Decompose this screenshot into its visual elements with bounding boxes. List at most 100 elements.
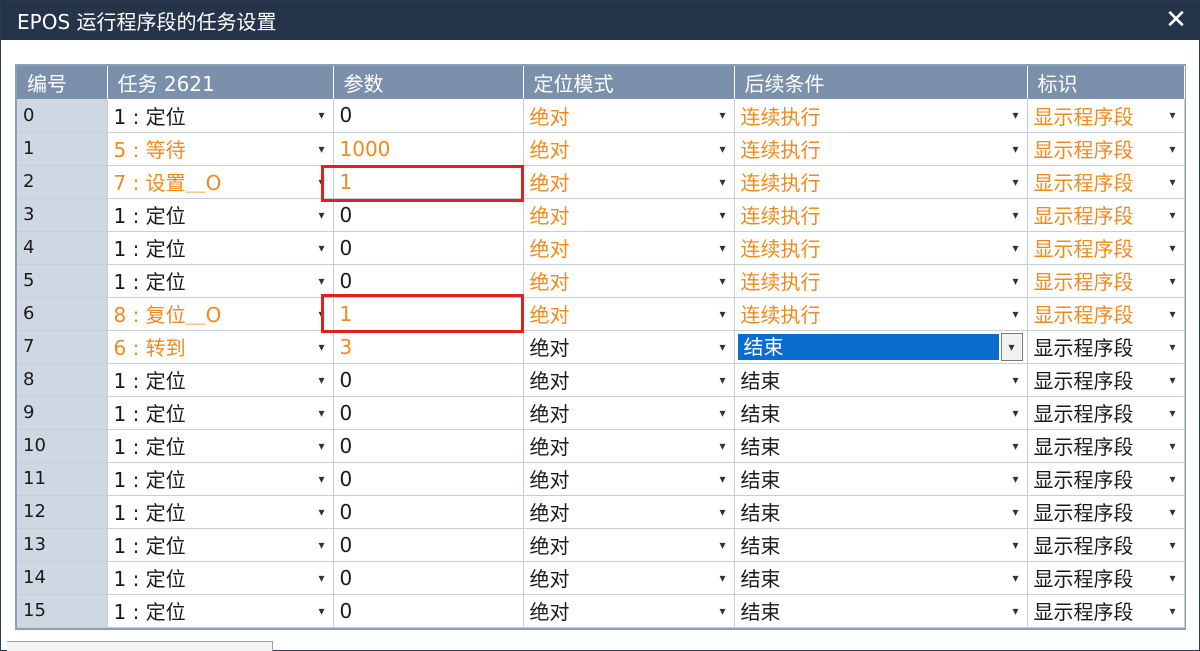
- parameter-input[interactable]: 0: [333, 495, 524, 529]
- flag-select[interactable]: 显示程序段 ▾: [1027, 462, 1185, 496]
- table-row[interactable]: 13 1 : 定位 ▾ 0 绝对 ▾ 结束 ▾ 显示程序段 ▾: [17, 528, 1185, 562]
- positioning-mode-select[interactable]: 绝对 ▾: [523, 99, 735, 133]
- task-select[interactable]: 1 : 定位 ▾: [107, 495, 334, 529]
- table-row[interactable]: 1 5 : 等待 ▾ 1000 绝对 ▾ 连续执行 ▾ 显示程序段 ▾: [17, 132, 1185, 166]
- parameter-input[interactable]: 0: [333, 396, 524, 430]
- parameter-input[interactable]: 0: [333, 363, 524, 397]
- continue-condition-select[interactable]: 结束 ▾: [734, 429, 1028, 463]
- dropdown-arrow-icon[interactable]: ▾: [1162, 166, 1184, 198]
- dropdown-arrow-icon[interactable]: ▾: [1162, 298, 1184, 330]
- dropdown-arrow-icon[interactable]: ▾: [712, 463, 734, 495]
- flag-select[interactable]: 显示程序段 ▾: [1027, 528, 1185, 562]
- table-row[interactable]: 3 1 : 定位 ▾ 0 绝对 ▾ 连续执行 ▾ 显示程序段 ▾: [17, 198, 1185, 232]
- parameter-input[interactable]: 0: [333, 594, 524, 628]
- dropdown-arrow-icon[interactable]: ▾: [712, 265, 734, 297]
- task-select[interactable]: 1 : 定位 ▾: [107, 264, 334, 298]
- task-select[interactable]: 1 : 定位 ▾: [107, 561, 334, 595]
- flag-select[interactable]: 显示程序段 ▾: [1027, 495, 1185, 529]
- table-row[interactable]: 4 1 : 定位 ▾ 0 绝对 ▾ 连续执行 ▾ 显示程序段 ▾: [17, 231, 1185, 265]
- continue-condition-select[interactable]: 连续执行 ▾: [734, 231, 1028, 265]
- flag-select[interactable]: 显示程序段 ▾: [1027, 132, 1185, 166]
- dropdown-arrow-icon[interactable]: ▾: [712, 99, 734, 131]
- dropdown-arrow-icon[interactable]: ▾: [1162, 529, 1184, 561]
- dropdown-arrow-icon[interactable]: ▾: [311, 496, 333, 528]
- continue-condition-select[interactable]: 连续执行 ▾: [734, 99, 1028, 133]
- table-row[interactable]: 5 1 : 定位 ▾ 0 绝对 ▾ 连续执行 ▾ 显示程序段 ▾: [17, 264, 1185, 298]
- dropdown-arrow-icon[interactable]: ▾: [1005, 166, 1027, 198]
- dropdown-arrow-icon[interactable]: ▾: [311, 364, 333, 396]
- dropdown-arrow-icon[interactable]: ▾: [311, 529, 333, 561]
- task-select[interactable]: 1 : 定位 ▾: [107, 99, 334, 133]
- positioning-mode-select[interactable]: 绝对 ▾: [523, 297, 735, 331]
- flag-select[interactable]: 显示程序段 ▾: [1027, 198, 1185, 232]
- positioning-mode-select[interactable]: 绝对 ▾: [523, 330, 735, 364]
- dropdown-arrow-icon[interactable]: ▾: [712, 331, 734, 363]
- flag-select[interactable]: 显示程序段 ▾: [1027, 561, 1185, 595]
- dropdown-arrow-icon[interactable]: ▾: [311, 166, 333, 198]
- dropdown-arrow-icon[interactable]: ▾: [311, 298, 333, 330]
- task-select[interactable]: 1 : 定位 ▾: [107, 528, 334, 562]
- dropdown-arrow-icon[interactable]: ▾: [712, 397, 734, 429]
- table-row[interactable]: 12 1 : 定位 ▾ 0 绝对 ▾ 结束 ▾ 显示程序段 ▾: [17, 495, 1185, 529]
- parameter-input[interactable]: 1: [333, 297, 524, 331]
- column-header-positioning-mode[interactable]: 定位模式: [523, 66, 735, 99]
- dropdown-arrow-icon[interactable]: ▾: [1005, 298, 1027, 330]
- dropdown-arrow-icon[interactable]: ▾: [1005, 463, 1027, 495]
- dropdown-arrow-icon[interactable]: ▾: [1162, 595, 1184, 627]
- dropdown-arrow-icon[interactable]: ▾: [1005, 133, 1027, 165]
- continue-condition-select[interactable]: 连续执行 ▾: [734, 297, 1028, 331]
- dropdown-arrow-icon[interactable]: ▾: [1005, 529, 1027, 561]
- dropdown-arrow-icon[interactable]: ▾: [1162, 364, 1184, 396]
- dropdown-arrow-icon[interactable]: ▾: [712, 199, 734, 231]
- continue-condition-select[interactable]: 结束 ▾: [734, 462, 1028, 496]
- positioning-mode-select[interactable]: 绝对 ▾: [523, 231, 735, 265]
- parameter-input[interactable]: 3: [333, 330, 524, 364]
- flag-select[interactable]: 显示程序段 ▾: [1027, 264, 1185, 298]
- dropdown-arrow-icon[interactable]: ▾: [712, 496, 734, 528]
- continue-condition-select[interactable]: 结束 ▾: [734, 396, 1028, 430]
- dropdown-arrow-icon[interactable]: ▾: [311, 265, 333, 297]
- dropdown-arrow-icon[interactable]: ▾: [1162, 99, 1184, 131]
- table-row[interactable]: 2 7 : 设置＿O ▾ 1 绝对 ▾ 连续执行 ▾ 显示程序段 ▾: [17, 165, 1185, 199]
- continue-condition-select[interactable]: 连续执行 ▾: [734, 264, 1028, 298]
- task-select[interactable]: 5 : 等待 ▾: [107, 132, 334, 166]
- positioning-mode-select[interactable]: 绝对 ▾: [523, 528, 735, 562]
- dropdown-arrow-icon[interactable]: ▾: [311, 232, 333, 264]
- dropdown-arrow-icon[interactable]: ▾: [1005, 496, 1027, 528]
- parameter-input[interactable]: 1: [333, 165, 524, 199]
- dropdown-arrow-icon[interactable]: ▾: [712, 562, 734, 594]
- flag-select[interactable]: 显示程序段 ▾: [1027, 363, 1185, 397]
- continue-condition-select[interactable]: 结束 ▾: [734, 561, 1028, 595]
- table-row[interactable]: 10 1 : 定位 ▾ 0 绝对 ▾ 结束 ▾ 显示程序段 ▾: [17, 429, 1185, 463]
- dropdown-arrow-icon[interactable]: ▾: [1005, 364, 1027, 396]
- dropdown-arrow-icon[interactable]: ▾: [712, 364, 734, 396]
- dropdown-arrow-icon[interactable]: ▾: [1162, 133, 1184, 165]
- table-row[interactable]: 6 8 : 复位＿O ▾ 1 绝对 ▾ 连续执行 ▾ 显示程序段 ▾: [17, 297, 1185, 331]
- flag-select[interactable]: 显示程序段 ▾: [1027, 429, 1185, 463]
- dropdown-arrow-icon[interactable]: ▾: [311, 595, 333, 627]
- task-select[interactable]: 7 : 设置＿O ▾: [107, 165, 334, 199]
- parameter-input[interactable]: 0: [333, 528, 524, 562]
- task-select[interactable]: 1 : 定位 ▾: [107, 429, 334, 463]
- dropdown-arrow-icon[interactable]: ▾: [712, 430, 734, 462]
- dropdown-arrow-icon[interactable]: ▾: [311, 562, 333, 594]
- parameter-input[interactable]: 0: [333, 561, 524, 595]
- task-select[interactable]: 1 : 定位 ▾: [107, 231, 334, 265]
- dropdown-arrow-icon[interactable]: ▾: [311, 133, 333, 165]
- positioning-mode-select[interactable]: 绝对 ▾: [523, 561, 735, 595]
- flag-select[interactable]: 显示程序段 ▾: [1027, 594, 1185, 628]
- close-button[interactable]: ✕: [1161, 4, 1191, 36]
- positioning-mode-select[interactable]: 绝对 ▾: [523, 429, 735, 463]
- dropdown-arrow-icon[interactable]: ▾: [712, 232, 734, 264]
- flag-select[interactable]: 显示程序段 ▾: [1027, 396, 1185, 430]
- dropdown-arrow-icon[interactable]: ▾: [1005, 595, 1027, 627]
- task-select[interactable]: 1 : 定位 ▾: [107, 363, 334, 397]
- flag-select[interactable]: 显示程序段 ▾: [1027, 165, 1185, 199]
- parameter-input[interactable]: 0: [333, 99, 524, 133]
- table-row[interactable]: 14 1 : 定位 ▾ 0 绝对 ▾ 结束 ▾ 显示程序段 ▾: [17, 561, 1185, 595]
- positioning-mode-select[interactable]: 绝对 ▾: [523, 594, 735, 628]
- dropdown-arrow-icon[interactable]: ▾: [1000, 332, 1023, 361]
- positioning-mode-select[interactable]: 绝对 ▾: [523, 165, 735, 199]
- dropdown-arrow-icon[interactable]: ▾: [1005, 199, 1027, 231]
- positioning-mode-select[interactable]: 绝对 ▾: [523, 264, 735, 298]
